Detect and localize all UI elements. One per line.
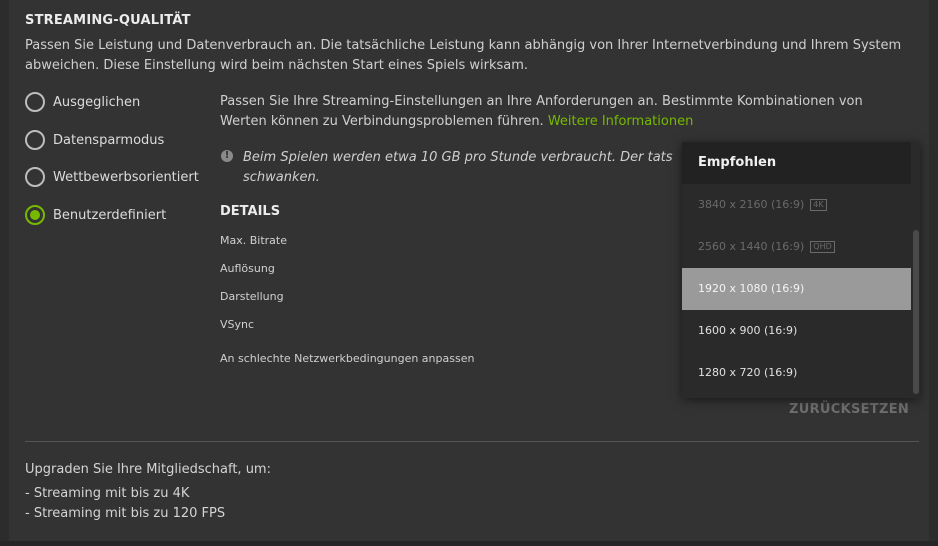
section-description: Passen Sie Leistung und Datenverbrauch a… — [25, 38, 902, 73]
reset-button[interactable]: ZURÜCKSETZEN — [789, 402, 909, 417]
custom-settings-info: Passen Sie Ihre Streaming-Einstellungen … — [220, 92, 900, 132]
preset-label: Benutzerdefiniert — [53, 207, 167, 223]
option-label: 1600 x 900 (16:9) — [698, 324, 798, 337]
resolution-option-1920x1080[interactable]: 1920 x 1080 (16:9) — [682, 268, 911, 310]
option-label: 1280 x 720 (16:9) — [698, 366, 798, 379]
upgrade-intro: Upgraden Sie Ihre Mitgliedschaft, um: — [25, 462, 271, 477]
info-text: Passen Sie Ihre Streaming-Einstellungen … — [220, 94, 863, 129]
radio-button-icon[interactable] — [25, 130, 45, 150]
preset-ausgeglichen[interactable]: Ausgeglichen — [25, 90, 215, 114]
preset-label: Ausgeglichen — [53, 94, 141, 110]
section-title: STREAMING-QUALITÄT — [25, 13, 191, 28]
more-info-link[interactable]: Weitere Informationen — [548, 114, 693, 129]
detail-display: Darstellung — [220, 290, 284, 303]
details-heading: DETAILS — [220, 204, 281, 219]
resolution-option-3840x2160: 3840 x 2160 (16:9) 4K — [682, 184, 911, 226]
detail-adapt-network: An schlechte Netzwerkbedingungen anpasse… — [220, 352, 475, 365]
resolution-dropdown[interactable]: Empfohlen 3840 x 2160 (16:9) 4K 2560 x 14… — [682, 142, 920, 398]
option-label: 2560 x 1440 (16:9) — [698, 240, 805, 253]
option-label: 1920 x 1080 (16:9) — [698, 282, 805, 295]
detail-vsync: VSync — [220, 318, 255, 331]
preset-wettbewerbsorientiert[interactable]: Wettbewerbsorientiert — [25, 165, 215, 189]
preset-benutzerdefiniert[interactable]: Benutzerdefiniert — [25, 203, 215, 227]
preset-label: Datensparmodus — [53, 132, 165, 148]
panel-bottom-edge — [0, 541, 938, 546]
resolution-badge: QHD — [810, 241, 835, 253]
resolution-option-1280x720[interactable]: 1280 x 720 (16:9) — [682, 352, 911, 394]
radio-button-icon[interactable] — [25, 92, 45, 112]
resolution-option-2560x1440: 2560 x 1440 (16:9) QHD — [682, 226, 911, 268]
radio-button-selected-icon[interactable] — [25, 205, 45, 225]
dropdown-scrollbar-thumb[interactable] — [913, 230, 919, 394]
info-icon: ! — [221, 150, 233, 162]
preset-datensparmodus[interactable]: Datensparmodus — [25, 128, 215, 152]
dropdown-group-header: Empfohlen — [682, 142, 911, 184]
detail-max-bitrate: Max. Bitrate — [220, 234, 287, 247]
resolution-badge: 4K — [810, 199, 827, 211]
upgrade-benefit: - Streaming mit bis zu 4K — [25, 486, 190, 501]
radio-button-icon[interactable] — [25, 167, 45, 187]
preset-label: Wettbewerbsorientiert — [53, 169, 199, 185]
data-usage-note: Beim Spielen werden etwa 10 GB pro Stund… — [243, 150, 673, 185]
option-label: 3840 x 2160 (16:9) — [698, 198, 805, 211]
section-divider — [25, 441, 919, 442]
detail-resolution: Auflösung — [220, 262, 275, 275]
resolution-option-1600x900[interactable]: 1600 x 900 (16:9) — [682, 310, 911, 352]
upgrade-benefit: - Streaming mit bis zu 120 FPS — [25, 506, 226, 521]
